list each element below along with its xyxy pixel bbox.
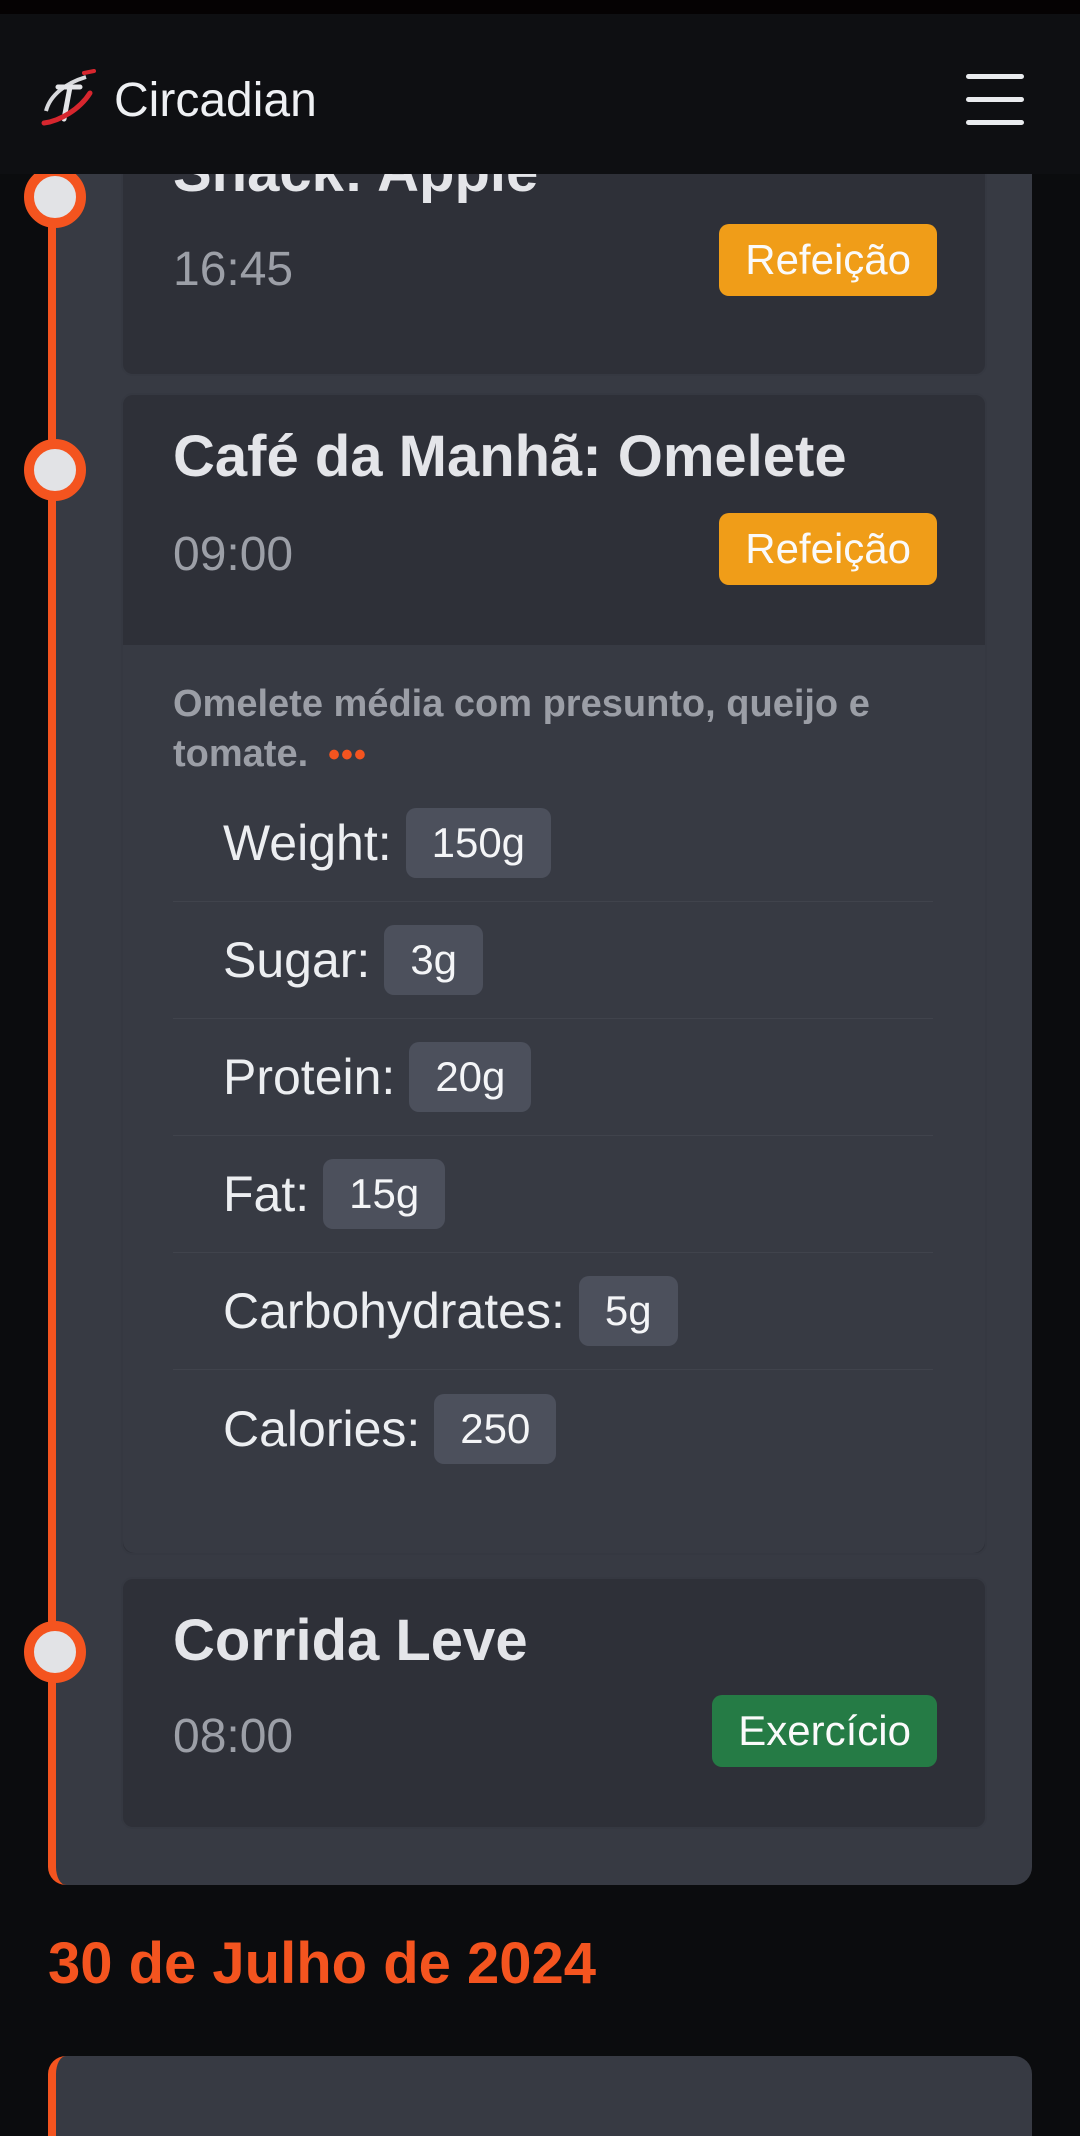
event-time: 08:00: [173, 1710, 294, 1763]
nutrient-label: Sugar:: [223, 932, 371, 988]
nutrient-label: Calories:: [223, 1400, 421, 1457]
nutrient-row-fat: Fat: 15g: [173, 1136, 933, 1253]
timeline-dot: [24, 439, 86, 501]
nutrient-row-protein: Protein: 20g: [173, 1019, 933, 1136]
event-title: Corrida Leve: [173, 1608, 528, 1673]
nutrient-row-weight: Weight: 150g: [173, 785, 933, 902]
nutrient-row-calories: Calories: 250: [173, 1370, 933, 1487]
timeline-day-next: [48, 2056, 1032, 2136]
description-text: Omelete média com presunto, queijo e tom…: [173, 683, 870, 775]
circadian-logo-icon: [41, 69, 96, 126]
nutrient-label: Fat:: [223, 1166, 310, 1222]
category-badge: Refeição: [719, 513, 937, 585]
timeline-dot: [24, 166, 86, 228]
event-time: 09:00: [173, 528, 294, 581]
timeline-dot: [24, 1621, 86, 1683]
date-heading: 30 de Julho de 2024: [48, 1931, 597, 1996]
nutrient-value: 5g: [578, 1276, 678, 1346]
nutrient-label: Carbohydrates:: [223, 1283, 565, 1339]
more-options-icon[interactable]: •••: [328, 736, 367, 774]
status-strip: [0, 0, 1080, 14]
hamburger-menu-icon[interactable]: [964, 70, 1026, 128]
category-badge: Exercício: [712, 1695, 937, 1767]
category-badge: Refeição: [719, 224, 937, 296]
timeline-event-card[interactable]: Corrida Leve 08:00 Exercício: [121, 1577, 987, 1829]
event-time: 16:45: [173, 243, 294, 296]
nutrient-value: 250: [434, 1393, 557, 1464]
app-title: Circadian: [114, 73, 317, 127]
nutrient-label: Weight:: [223, 815, 392, 871]
brand[interactable]: Circadian: [40, 60, 317, 140]
nutrient-label: Protein:: [223, 1049, 396, 1105]
nutrient-value: 15g: [323, 1159, 446, 1229]
timeline-event-card[interactable]: Café da Manhã: Omelete 09:00 Refeição Om…: [121, 393, 987, 1555]
nutrient-value: 20g: [409, 1042, 532, 1112]
event-title: Café da Manhã: Omelete: [173, 424, 847, 489]
event-description: Omelete média com presunto, queijo e tom…: [173, 679, 933, 780]
navbar: Circadian: [0, 14, 1080, 174]
nutrient-value: 3g: [384, 925, 484, 995]
event-details: Omelete média com presunto, queijo e tom…: [123, 645, 985, 1553]
nutrient-row-carbohydrates: Carbohydrates: 5g: [173, 1253, 933, 1370]
nutrient-value: 150g: [405, 808, 552, 878]
timeline-day: Snack: Apple 16:45 Refeição Café da Manh…: [24, 100, 1032, 1885]
nutrient-row-sugar: Sugar: 3g: [173, 902, 933, 1019]
